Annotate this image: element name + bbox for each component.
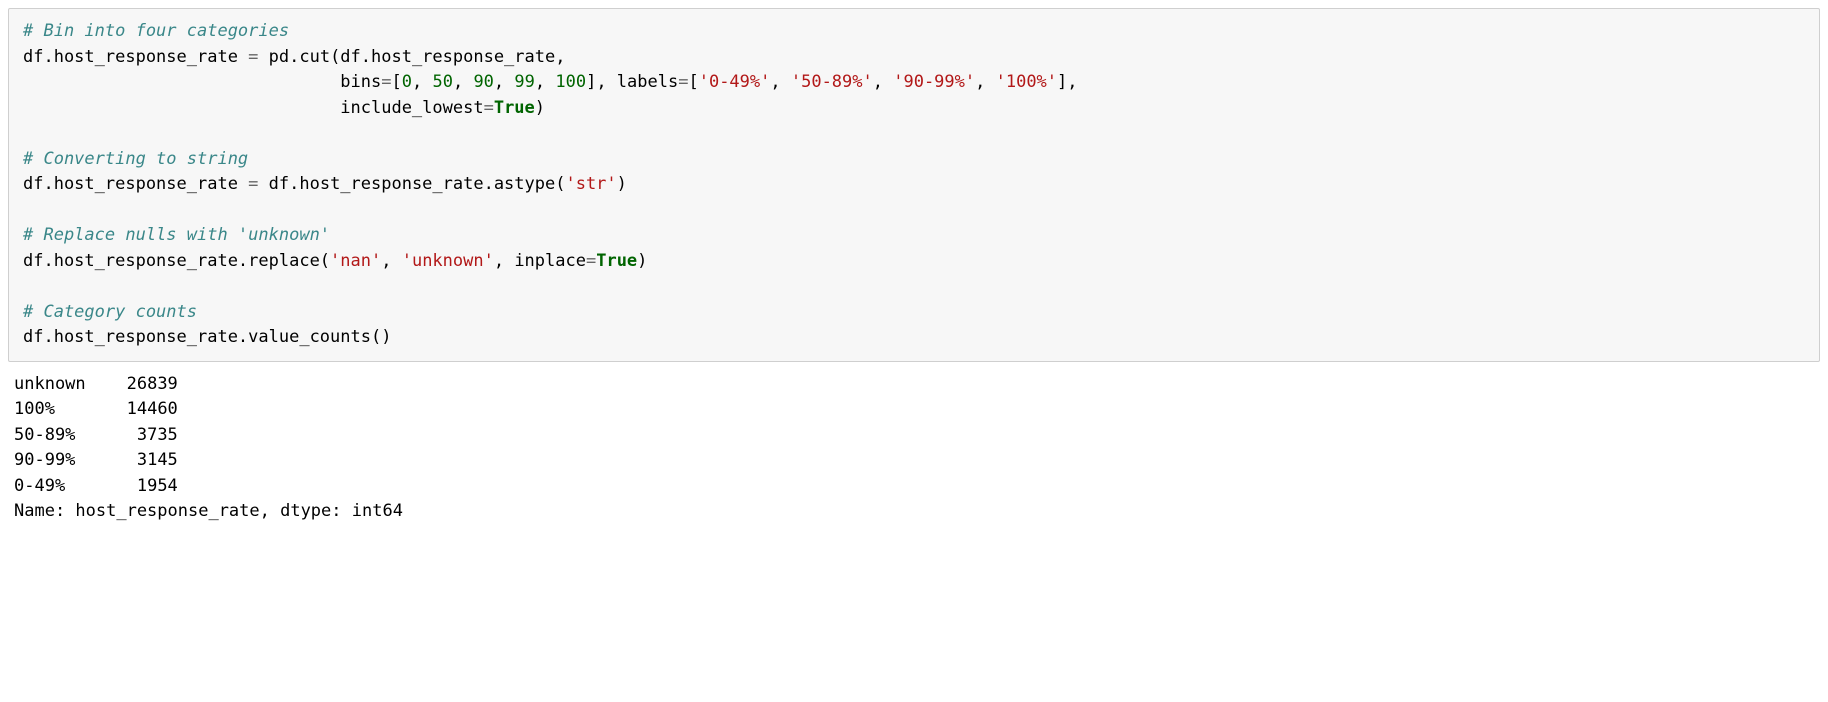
code-text: pd.cut(df.host_response_rate, xyxy=(258,47,565,67)
kw-true: True xyxy=(494,98,535,118)
comma: , xyxy=(873,72,893,92)
code-cell-input[interactable]: # Bin into four categories df.host_respo… xyxy=(8,8,1820,362)
code-text: ], labels xyxy=(586,72,678,92)
kwarg-bins: bins xyxy=(340,72,381,92)
str: 'nan' xyxy=(330,251,381,271)
str: '50-89%' xyxy=(791,72,873,92)
num: 99 xyxy=(514,72,534,92)
comma: , xyxy=(975,72,995,92)
num: 90 xyxy=(473,72,493,92)
comment-replace: # Replace nulls with 'unknown' xyxy=(23,225,330,245)
output-row: 90-99% 3145 xyxy=(14,450,178,470)
paren: ) xyxy=(617,174,627,194)
op-eq: = xyxy=(678,72,688,92)
comment-convert: # Converting to string xyxy=(23,149,248,169)
code-cell-output: unknown 26839 100% 14460 50-89% 3735 90-… xyxy=(0,368,1828,533)
indent xyxy=(23,98,340,118)
paren: ) xyxy=(535,98,545,118)
op-eq: = xyxy=(248,47,258,67)
op-eq: = xyxy=(248,174,258,194)
kwarg-include-lowest: include_lowest xyxy=(340,98,483,118)
comma: , xyxy=(535,72,555,92)
comma: , xyxy=(412,72,432,92)
output-row: 100% 14460 xyxy=(14,399,178,419)
output-row: 0-49% 1954 xyxy=(14,476,178,496)
comment-counts: # Category counts xyxy=(23,302,197,322)
code-text: df.host_response_rate xyxy=(23,47,248,67)
output-row: 50-89% 3735 xyxy=(14,425,178,445)
comma: , xyxy=(494,72,514,92)
comment-bin: # Bin into four categories xyxy=(23,21,289,41)
code-text: df.host_response_rate xyxy=(23,174,248,194)
op-eq: = xyxy=(484,98,494,118)
comma: , xyxy=(770,72,790,92)
str: '90-99%' xyxy=(893,72,975,92)
op-eq: = xyxy=(381,72,391,92)
code-text: df.host_response_rate.astype( xyxy=(258,174,565,194)
comma: , xyxy=(453,72,473,92)
bracket: ], xyxy=(1057,72,1077,92)
bracket: [ xyxy=(391,72,401,92)
op-eq: = xyxy=(586,251,596,271)
str: '0-49%' xyxy=(699,72,771,92)
num: 50 xyxy=(432,72,452,92)
str: '100%' xyxy=(996,72,1057,92)
output-footer: Name: host_response_rate, dtype: int64 xyxy=(14,501,403,521)
num: 0 xyxy=(402,72,412,92)
comma: , xyxy=(381,251,401,271)
paren: ) xyxy=(637,251,647,271)
indent xyxy=(23,72,340,92)
code-text: df.host_response_rate.value_counts() xyxy=(23,327,391,347)
bracket: [ xyxy=(688,72,698,92)
str: 'unknown' xyxy=(402,251,494,271)
code-text: df.host_response_rate.replace( xyxy=(23,251,330,271)
str: 'str' xyxy=(565,174,616,194)
num: 100 xyxy=(555,72,586,92)
kwarg-inplace: , inplace xyxy=(494,251,586,271)
output-row: unknown 26839 xyxy=(14,374,178,394)
kw-true: True xyxy=(596,251,637,271)
